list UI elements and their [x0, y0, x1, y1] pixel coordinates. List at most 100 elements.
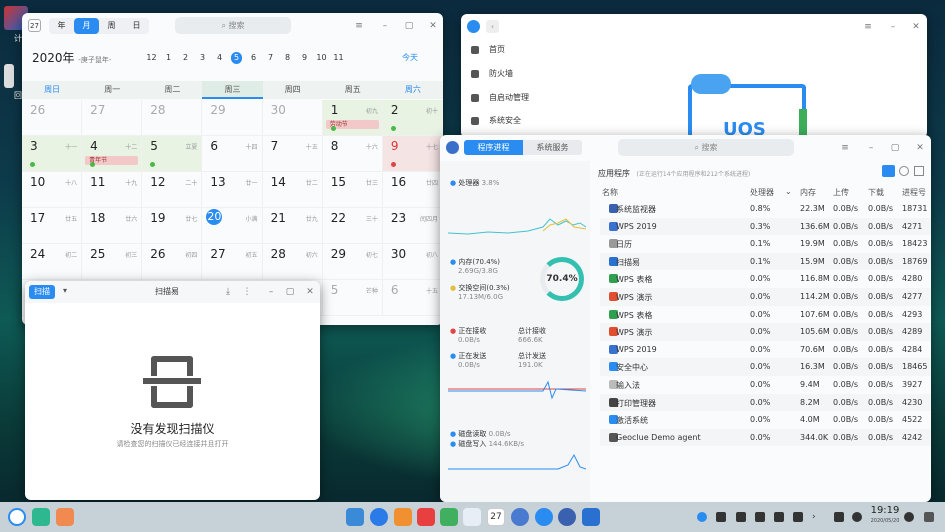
calendar-day-cell[interactable]: 11 十九	[82, 172, 143, 208]
today-button[interactable]: 今天	[402, 52, 418, 63]
calendar-day-cell[interactable]: 3 十一	[22, 136, 83, 172]
calendar-day-cell[interactable]: 14 廿二	[262, 172, 323, 208]
back-icon[interactable]: ‹	[486, 20, 499, 33]
calendar-day-cell[interactable]: 22 三十	[322, 208, 383, 244]
calendar-day-cell[interactable]: 30	[262, 100, 323, 136]
month-9[interactable]: 9	[299, 52, 310, 64]
month-2[interactable]: 2	[180, 52, 191, 64]
table-row[interactable]: WPS 表格 0.0% 107.6M 0.0B/s 0.0B/s 4293	[600, 306, 931, 324]
table-row[interactable]: WPS 2019 0.3% 136.6M 0.0B/s 0.0B/s 4271	[600, 217, 931, 236]
document-viewer-icon[interactable]	[463, 508, 481, 526]
scanner-dock-icon[interactable]	[582, 508, 600, 526]
scan-tab[interactable]: 扫描	[29, 285, 55, 299]
tray-app-icon-2[interactable]	[852, 512, 862, 522]
month-6[interactable]: 6	[248, 52, 259, 64]
notification-icon[interactable]	[793, 512, 803, 522]
calendar-day-cell[interactable]: 6 十五	[382, 280, 443, 316]
calendar-day-cell[interactable]: 2 初十	[382, 100, 443, 136]
calendar-day-cell[interactable]: 26	[22, 100, 83, 136]
store-icon[interactable]	[394, 508, 412, 526]
app-view-icon[interactable]	[882, 165, 895, 177]
workspace-icon[interactable]	[56, 508, 74, 526]
calendar-day-cell[interactable]: 1 初九 劳动节	[322, 100, 383, 136]
volume-icon[interactable]	[755, 512, 765, 522]
multitask-icon[interactable]	[32, 508, 50, 526]
table-row[interactable]: WPS 演示 0.0% 114.2M 0.0B/s 0.0B/s 4277	[600, 288, 931, 306]
calendar-day-cell[interactable]: 21 廿九	[262, 208, 323, 244]
month-4[interactable]: 4	[214, 52, 225, 64]
close-icon[interactable]: ✕	[303, 285, 317, 299]
keyboard-icon[interactable]	[716, 512, 726, 522]
all-view-icon[interactable]	[914, 166, 924, 176]
more-icon[interactable]: ⋮	[240, 285, 254, 299]
maximize-icon[interactable]: ▢	[888, 141, 902, 155]
month-8[interactable]: 8	[282, 52, 293, 64]
col-upload[interactable]: 上传	[833, 187, 849, 198]
calendar-day-cell[interactable]: 30 初八	[382, 244, 443, 280]
show-desktop-icon[interactable]	[924, 512, 934, 522]
minimize-icon[interactable]: –	[864, 141, 878, 155]
tab-month[interactable]: 月	[74, 18, 99, 34]
table-row[interactable]: 输入法 0.0% 9.4M 0.0B/s 0.0B/s 3927	[600, 376, 931, 394]
col-download[interactable]: 下载	[868, 187, 884, 198]
table-row[interactable]: 扫描易 0.1% 15.9M 0.0B/s 0.0B/s 18769	[600, 252, 931, 271]
month-5-selected[interactable]: 5	[231, 52, 242, 64]
monitor-search-input[interactable]: ⌕ 搜索	[618, 139, 794, 156]
network-icon[interactable]	[774, 512, 784, 522]
calendar-day-cell[interactable]: 9 十七	[382, 136, 443, 172]
calendar-day-cell[interactable]: 20 小满	[202, 208, 263, 244]
sidebar-item-autostart[interactable]: 自启动管理	[471, 92, 529, 103]
tab-services[interactable]: 系统服务	[523, 140, 582, 155]
month-11[interactable]: 11	[333, 52, 344, 64]
minimize-icon[interactable]: –	[886, 20, 900, 34]
clock-date[interactable]: 2020/05/20	[868, 518, 902, 524]
minimize-icon[interactable]: –	[378, 19, 392, 33]
menu-icon[interactable]: ≡	[861, 20, 875, 34]
sidebar-item-system-security[interactable]: 系统安全	[471, 115, 521, 126]
user-view-icon[interactable]	[899, 166, 909, 176]
power-icon[interactable]	[904, 512, 914, 522]
calendar-day-cell[interactable]: 4 十二 青年节	[82, 136, 143, 172]
col-cpu[interactable]: 处理器	[750, 187, 774, 198]
calendar-day-cell[interactable]: 26 初四	[142, 244, 203, 280]
monitor-dock-icon[interactable]	[558, 508, 576, 526]
security-tray-icon[interactable]	[697, 512, 707, 522]
table-row[interactable]: Geoclue Demo agent 0.0% 344.0K 0.0B/s 0.0B/s…	[600, 428, 931, 447]
launcher-icon[interactable]	[8, 508, 26, 526]
maximize-icon[interactable]: ▢	[283, 285, 297, 299]
chevron-right-icon[interactable]: ›	[812, 512, 822, 522]
calendar-day-cell[interactable]: 10 十八	[22, 172, 83, 208]
calendar-day-cell[interactable]: 18 廿六	[82, 208, 143, 244]
menu-icon[interactable]: ≡	[352, 19, 366, 33]
settings-gear-icon[interactable]	[511, 508, 529, 526]
calendar-day-cell[interactable]: 16 廿四	[382, 172, 443, 208]
month-7[interactable]: 7	[265, 52, 276, 64]
calendar-day-cell[interactable]: 13 廿一	[202, 172, 263, 208]
clock-time[interactable]: 19:19	[868, 505, 902, 516]
calendar-day-cell[interactable]: 27	[82, 100, 143, 136]
calendar-day-cell[interactable]: 6 十四	[202, 136, 263, 172]
calendar-day-cell[interactable]: 29 初七	[322, 244, 383, 280]
tab-processes[interactable]: 程序进程	[464, 140, 523, 155]
calendar-day-cell[interactable]: 27 初五	[202, 244, 263, 280]
calendar-day-cell[interactable]: 23 闰四月	[382, 208, 443, 244]
browser-icon[interactable]	[370, 508, 388, 526]
calendar-day-cell[interactable]: 28 初六	[262, 244, 323, 280]
dropdown-icon[interactable]: ▾	[63, 286, 67, 295]
table-row[interactable]: WPS 演示 0.0% 105.6M 0.0B/s 0.0B/s 4289	[600, 323, 931, 341]
col-pid[interactable]: 进程号	[902, 187, 926, 198]
table-row[interactable]: WPS 表格 0.0% 116.8M 0.0B/s 0.0B/s 4280	[600, 270, 931, 288]
menu-icon[interactable]: ≡	[838, 141, 852, 155]
calendar-day-cell[interactable]: 29	[202, 100, 263, 136]
security-dock-icon[interactable]	[535, 508, 553, 526]
calendar-day-cell[interactable]: 5 立夏	[142, 136, 203, 172]
month-12[interactable]: 12	[146, 52, 157, 64]
sidebar-item-firewall[interactable]: 防火墙	[471, 68, 513, 79]
calendar-day-cell[interactable]: 28	[142, 100, 203, 136]
month-3[interactable]: 3	[197, 52, 208, 64]
calendar-day-cell[interactable]: 25 初三	[82, 244, 143, 280]
bluetooth-icon[interactable]	[736, 512, 746, 522]
tray-app-icon[interactable]	[834, 512, 844, 522]
table-row[interactable]: WPS 2019 0.0% 70.6M 0.0B/s 0.0B/s 4284	[600, 341, 931, 359]
calendar-day-cell[interactable]: 7 十五	[262, 136, 323, 172]
